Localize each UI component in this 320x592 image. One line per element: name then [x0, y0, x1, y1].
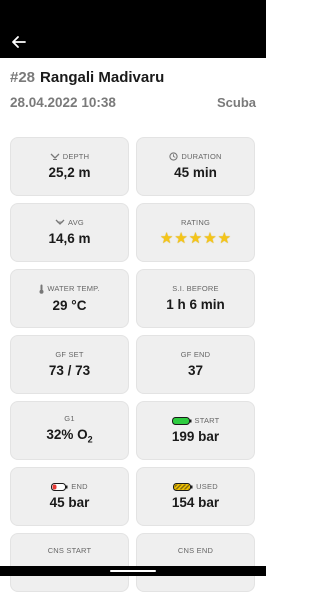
gas-label-row: G1: [64, 414, 74, 423]
water-temp-value: 29 °C: [52, 297, 87, 313]
end-pressure-card[interactable]: END 45 bar: [10, 467, 129, 526]
cns-end-label: CNS END: [177, 546, 214, 555]
end-label-row: END: [51, 482, 88, 491]
tank-full-icon: [171, 416, 192, 425]
back-arrow-icon[interactable]: [8, 31, 30, 53]
dive-type: Scuba: [216, 95, 256, 110]
start-label-row: START: [171, 416, 220, 425]
star-icon: ★: [188, 230, 203, 247]
avg-label-row: AVG: [55, 218, 84, 227]
cns-end-label-row: CNS END: [178, 546, 213, 555]
star-icon: ★: [159, 230, 174, 247]
tank-low-icon: [51, 482, 68, 491]
tank-used-icon: [173, 482, 193, 491]
cns-start-card[interactable]: CNS START: [10, 533, 129, 592]
gf-end-value: 37: [187, 363, 204, 378]
gas-card[interactable]: G1 32% O2: [10, 401, 129, 460]
si-before-label-row: S.I. BEFORE: [172, 284, 218, 293]
start-pressure-card[interactable]: START 199 bar: [136, 401, 255, 460]
gas-percent: 32% O: [46, 426, 88, 442]
used-pressure-card[interactable]: USED 154 bar: [136, 467, 255, 526]
depth-icon: [50, 153, 60, 160]
thermometer-icon: [39, 284, 44, 294]
duration-value: 45 min: [174, 165, 217, 180]
avg-depth-card[interactable]: AVG 14,6 m: [10, 203, 129, 262]
end-value: 45 bar: [49, 495, 90, 510]
dive-title: #28 Rangali Madivaru: [10, 69, 260, 89]
gf-end-label-row: GF END: [181, 350, 211, 359]
duration-card[interactable]: DURATION 45 min: [136, 137, 255, 196]
gf-set-value: 73 / 73: [48, 363, 91, 378]
gf-set-label-row: GF SET: [55, 350, 83, 359]
rating-card[interactable]: RATING ★ ★ ★ ★ ★: [136, 203, 255, 262]
avg-depth-icon: [55, 219, 65, 226]
gas-label: G1: [64, 413, 75, 423]
gf-set-card[interactable]: GF SET 73 / 73: [10, 335, 129, 394]
dive-site-name: Rangali Madivaru: [40, 69, 165, 86]
water-temp-label: WATER TEMP.: [47, 284, 100, 293]
gas-subscript: 2: [87, 434, 93, 445]
avg-label: AVG: [68, 218, 84, 227]
star-icon: ★: [203, 230, 217, 247]
gf-end-label: GF END: [180, 350, 211, 359]
dive-date-time: 28.04.2022 10:38: [10, 95, 116, 110]
clock-icon: [169, 152, 179, 161]
gf-set-label: GF SET: [55, 350, 84, 359]
water-temp-card[interactable]: WATER TEMP. 29 °C: [10, 269, 129, 328]
cns-end-card[interactable]: CNS END: [136, 533, 255, 592]
dive-meta: 28.04.2022 10:38 Scuba: [10, 95, 256, 113]
star-icon: ★: [217, 230, 232, 247]
water-temp-label-row: WATER TEMP.: [39, 284, 99, 294]
used-label: USED: [196, 482, 218, 491]
used-value: 154 bar: [171, 495, 220, 510]
duration-label: DURATION: [181, 152, 222, 161]
avg-value: 14,6 m: [48, 231, 91, 246]
si-before-label: S.I. BEFORE: [172, 284, 219, 293]
dive-number: #28: [10, 69, 36, 86]
start-label: START: [194, 416, 220, 425]
depth-label: DEPTH: [62, 152, 90, 161]
rating-label: RATING: [181, 218, 210, 227]
si-before-card[interactable]: S.I. BEFORE 1 h 6 min: [136, 269, 255, 328]
depth-label-row: DEPTH: [50, 152, 89, 161]
cns-start-label-row: CNS START: [48, 546, 92, 555]
rating-stars: ★ ★ ★ ★ ★: [160, 231, 231, 247]
star-icon: ★: [174, 230, 188, 247]
cns-start-label: CNS START: [47, 546, 92, 555]
home-indicator[interactable]: [110, 570, 156, 572]
end-label: END: [71, 482, 88, 491]
used-label-row: USED: [173, 482, 218, 491]
gas-mix-value: 32% O2: [46, 427, 92, 448]
depth-value: 25,2 m: [48, 165, 91, 180]
duration-label-row: DURATION: [169, 152, 221, 161]
start-value: 199 bar: [171, 429, 220, 444]
top-app-bar: [0, 0, 266, 58]
gf-end-card[interactable]: GF END 37: [136, 335, 255, 394]
dive-stats-grid: DEPTH 25,2 m DURATION 45 min AVG 14,6 m …: [10, 137, 258, 592]
rating-label-row: RATING: [181, 218, 210, 227]
si-before-value: 1 h 6 min: [166, 297, 225, 312]
depth-card[interactable]: DEPTH 25,2 m: [10, 137, 129, 196]
